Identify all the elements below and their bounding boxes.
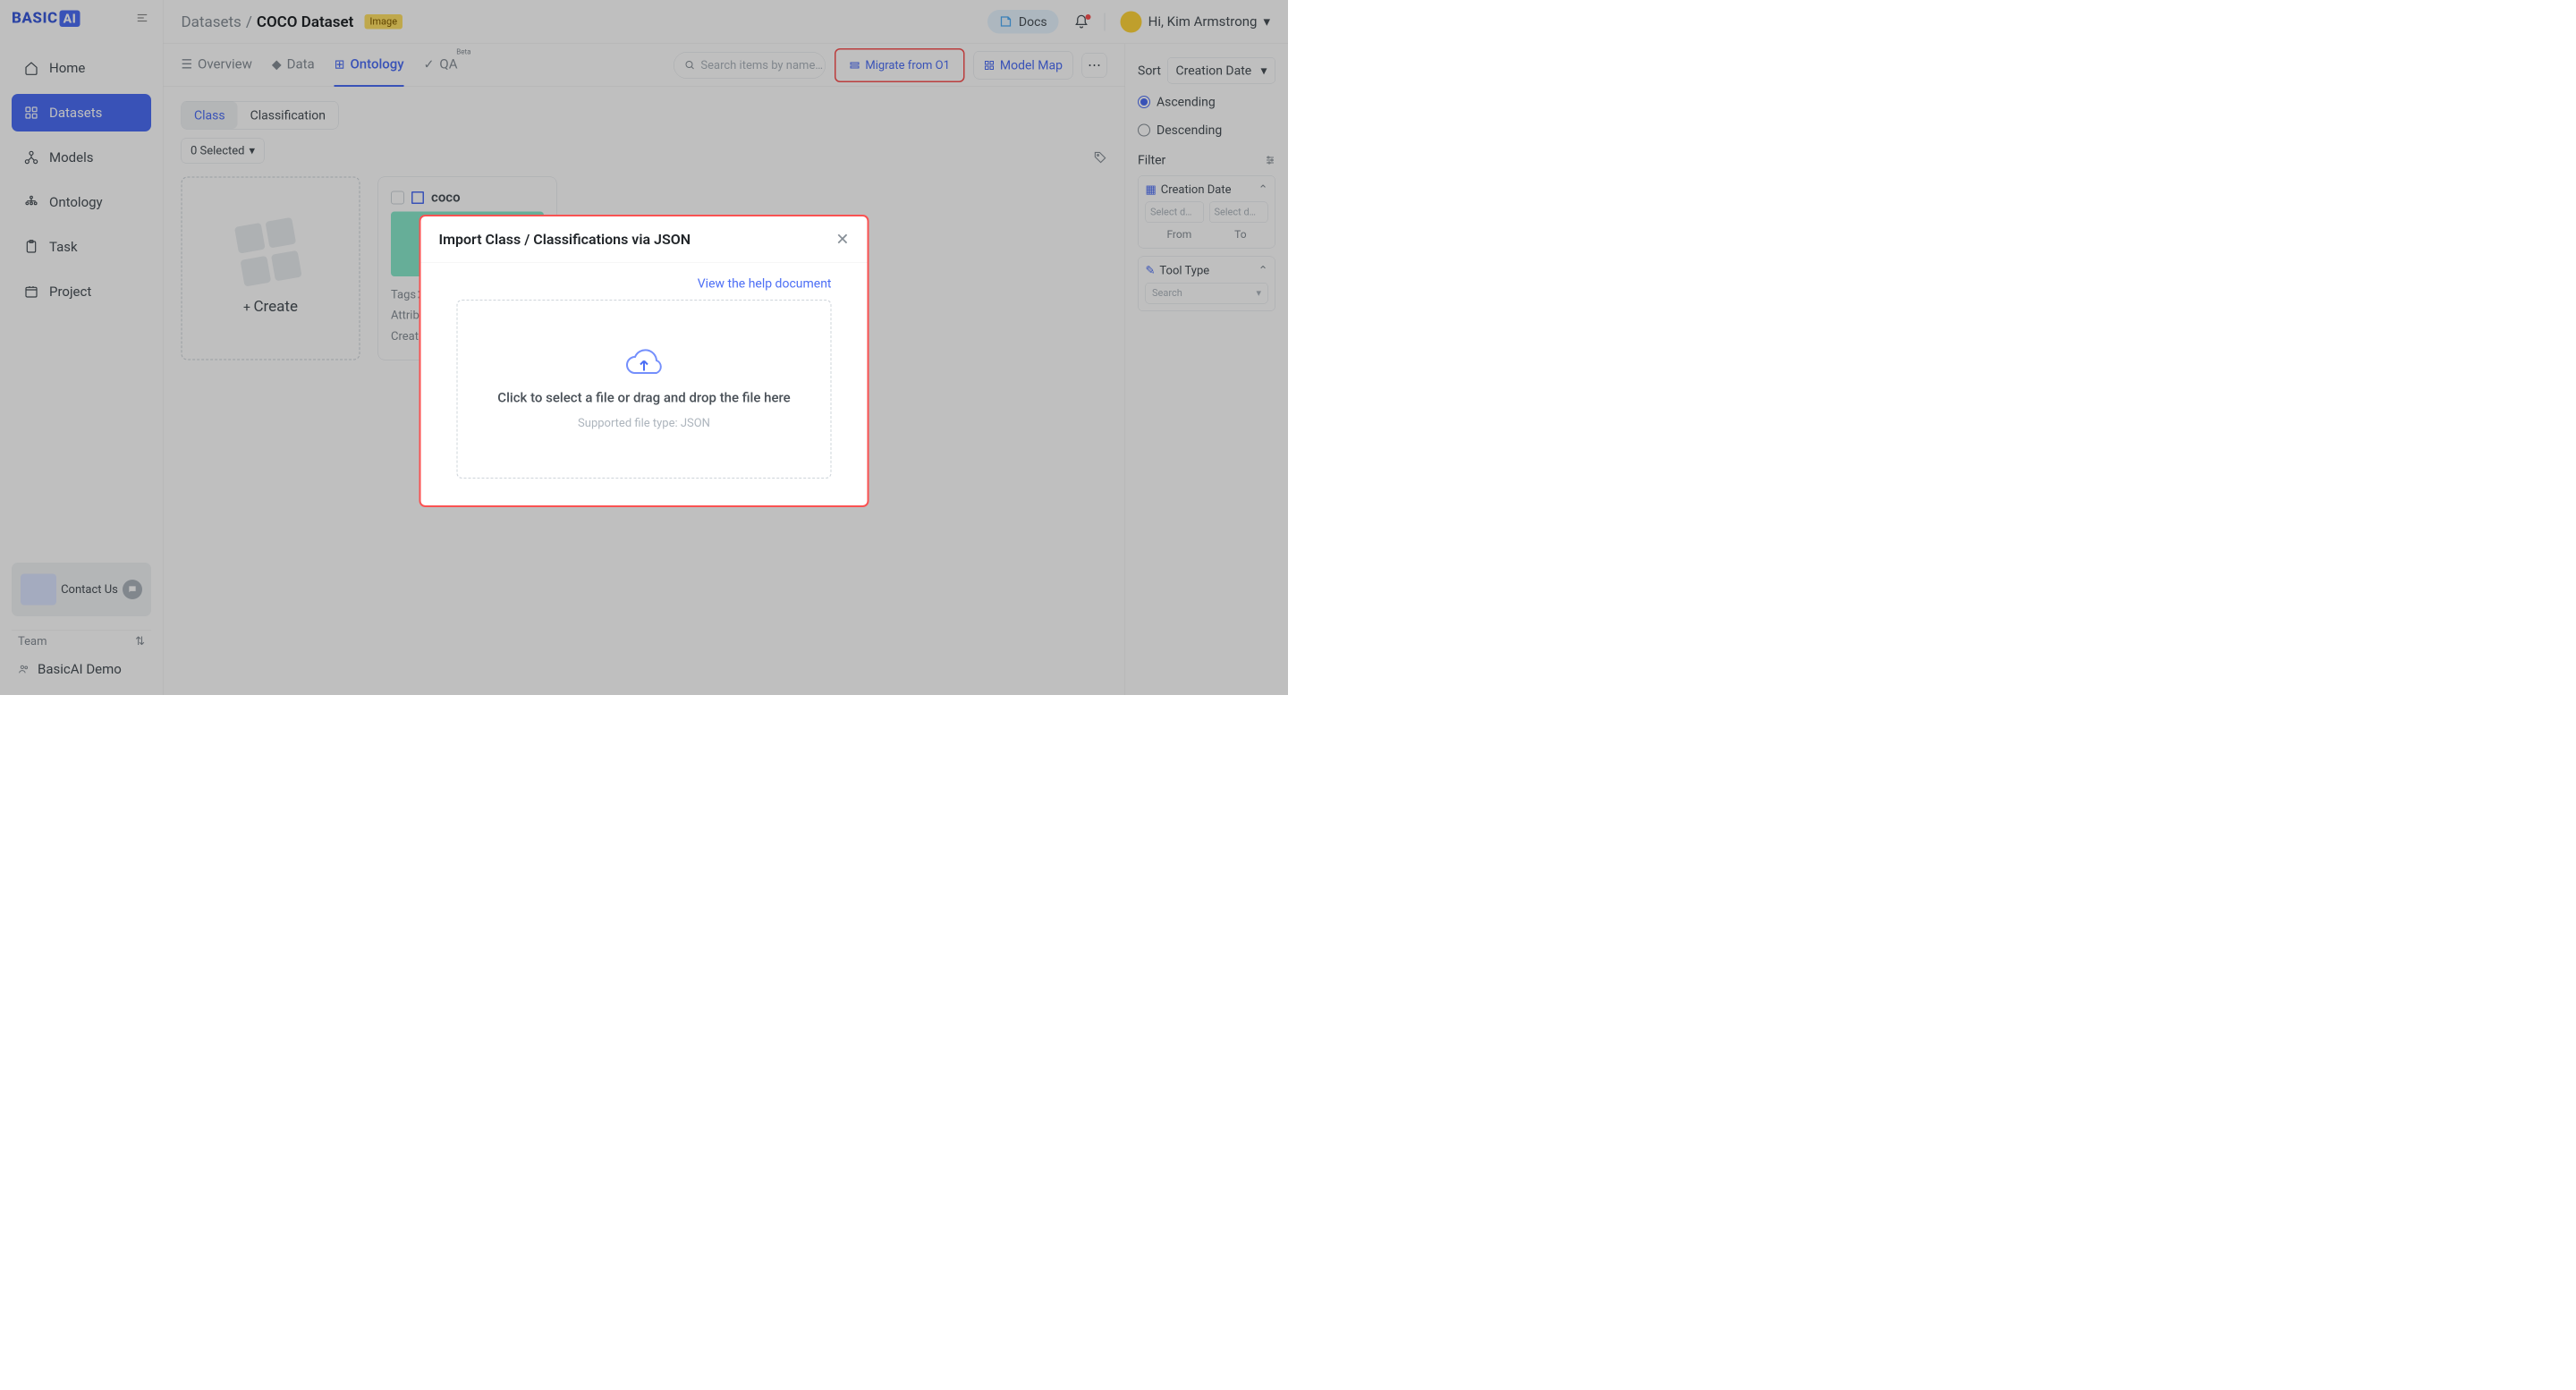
- file-dropzone[interactable]: Click to select a file or drag and drop …: [457, 300, 832, 479]
- dropzone-text: Click to select a file or drag and drop …: [497, 389, 790, 408]
- help-link[interactable]: View the help document: [457, 276, 832, 292]
- modal-title: Import Class / Classifications via JSON: [439, 231, 691, 248]
- close-icon[interactable]: ✕: [835, 230, 849, 249]
- dropzone-subtext: Supported file type: JSON: [578, 417, 710, 430]
- import-modal: Import Class / Classifications via JSON …: [419, 215, 869, 507]
- modal-overlay[interactable]: Import Class / Classifications via JSON …: [0, 0, 1288, 695]
- cloud-upload-icon: [622, 349, 666, 380]
